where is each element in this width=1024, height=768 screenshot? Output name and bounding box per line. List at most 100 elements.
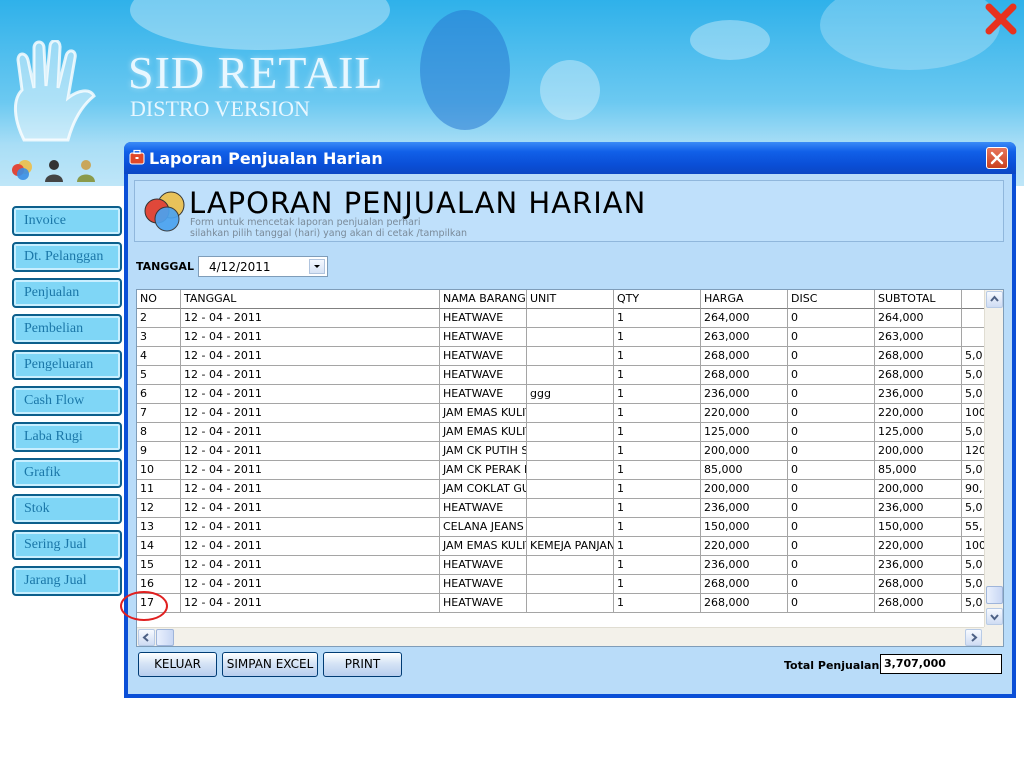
cell-nama-barang: HEATWAVE	[440, 385, 527, 404]
app-close-icon[interactable]	[984, 2, 1018, 36]
table-row[interactable]: 15 12 - 04 - 2011 HEATWAVE 1 236,000 0 236,000…	[137, 556, 986, 575]
sidebar-item-penjualan[interactable]: Penjualan	[12, 278, 122, 308]
cell-extra: 100	[962, 537, 986, 556]
scroll-down-button[interactable]	[986, 608, 1003, 625]
column-header-harga[interactable]: HARGA	[701, 290, 788, 309]
cell-no: 14	[137, 537, 181, 556]
table-row[interactable]: 2 12 - 04 - 2011 HEATWAVE 1 264,000 0 264,000	[137, 309, 986, 328]
window-title: Laporan Penjualan Harian	[149, 149, 383, 168]
save-excel-button[interactable]: SIMPAN EXCEL	[222, 652, 318, 677]
horizontal-scrollbar[interactable]	[137, 627, 984, 646]
cell-extra: 55,	[962, 518, 986, 537]
hand-logo-icon	[14, 40, 96, 142]
horizontal-scroll-thumb[interactable]	[156, 629, 174, 646]
date-picker[interactable]: 4/12/2011	[198, 256, 328, 277]
report-logo-icon	[144, 191, 185, 232]
table-row[interactable]: 12 12 - 04 - 2011 HEATWAVE 1 236,000 0 236,000…	[137, 499, 986, 518]
sidebar-item-sering-jual[interactable]: Sering Jual	[12, 530, 122, 560]
balls-icon[interactable]	[10, 158, 34, 182]
cell-nama-barang: HEATWAVE	[440, 366, 527, 385]
report-window: Laporan Penjualan Harian LAPORAN PENJUAL…	[124, 142, 1016, 698]
column-header-nama-barang[interactable]: NAMA BARANG	[440, 290, 527, 309]
cell-harga: 268,000	[701, 594, 788, 613]
table-row[interactable]: 9 12 - 04 - 2011 JAM CK PUTIH S 1 200,000 0 20…	[137, 442, 986, 461]
column-header-unit[interactable]: UNIT	[527, 290, 614, 309]
sidebar-item-pembelian[interactable]: Pembelian	[12, 314, 122, 344]
sidebar-item-grafik[interactable]: Grafik	[12, 458, 122, 488]
cell-extra: 5,0	[962, 366, 986, 385]
cell-harga: 268,000	[701, 575, 788, 594]
cell-disc: 0	[788, 347, 875, 366]
column-header-qty[interactable]: QTY	[614, 290, 701, 309]
cell-tanggal: 12 - 04 - 2011	[181, 347, 440, 366]
scroll-left-button[interactable]	[138, 629, 155, 646]
scrollbar-corner	[984, 627, 1003, 646]
cell-extra	[962, 309, 986, 328]
cell-no: 4	[137, 347, 181, 366]
scroll-right-icon	[971, 633, 978, 642]
vertical-scrollbar[interactable]	[984, 290, 1003, 628]
cell-tanggal: 12 - 04 - 2011	[181, 385, 440, 404]
report-header: LAPORAN PENJUALAN HARIAN Form untuk menc…	[134, 180, 1004, 242]
table-row[interactable]: 10 12 - 04 - 2011 JAM CK PERAK K 1 85,000 0 85…	[137, 461, 986, 480]
cell-harga: 264,000	[701, 309, 788, 328]
table-row[interactable]: 3 12 - 04 - 2011 HEATWAVE 1 263,000 0 263,000	[137, 328, 986, 347]
column-header-extra[interactable]	[962, 290, 986, 309]
sidebar-item-pengeluaran[interactable]: Pengeluaran	[12, 350, 122, 380]
cell-subtotal: 220,000	[875, 404, 962, 423]
sidebar-item-dt-pelanggan[interactable]: Dt. Pelanggan	[12, 242, 122, 272]
cell-no: 6	[137, 385, 181, 404]
cell-qty: 1	[614, 575, 701, 594]
table-row[interactable]: 5 12 - 04 - 2011 HEATWAVE 1 268,000 0 268,000 5…	[137, 366, 986, 385]
column-header-disc[interactable]: DISC	[788, 290, 875, 309]
vertical-scroll-thumb[interactable]	[986, 586, 1003, 604]
table-row[interactable]: 11 12 - 04 - 2011 JAM COKLAT GU 1 200,000 0 20…	[137, 480, 986, 499]
cell-nama-barang: HEATWAVE	[440, 328, 527, 347]
table-row[interactable]: 6 12 - 04 - 2011 HEATWAVE ggg 1 236,000 0 236,0…	[137, 385, 986, 404]
cell-qty: 1	[614, 518, 701, 537]
cell-disc: 0	[788, 328, 875, 347]
cell-unit: KEMEJA PANJANG	[527, 537, 614, 556]
sidebar-item-jarang-jual[interactable]: Jarang Jual	[12, 566, 122, 596]
print-button[interactable]: PRINT	[323, 652, 402, 677]
table-row[interactable]: 13 12 - 04 - 2011 CELANA JEANS T 1 150,000 0 1…	[137, 518, 986, 537]
sidebar-item-cash-flow[interactable]: Cash Flow	[12, 386, 122, 416]
cell-extra: 5,0	[962, 556, 986, 575]
brand-edition: DISTRO VERSION	[130, 96, 310, 121]
sidebar-item-laba-rugi[interactable]: Laba Rugi	[12, 422, 122, 452]
user-light-icon[interactable]	[74, 158, 98, 182]
table-row[interactable]: 17 12 - 04 - 2011 HEATWAVE 1 268,000 0 268,000…	[137, 594, 986, 613]
window-close-button[interactable]	[986, 147, 1008, 169]
cell-extra: 5,0	[962, 385, 986, 404]
column-header-subtotal[interactable]: SUBTOTAL	[875, 290, 962, 309]
table-row[interactable]: 8 12 - 04 - 2011 JAM EMAS KULIT 1 125,000 0 12…	[137, 423, 986, 442]
window-title-bar[interactable]: Laporan Penjualan Harian	[124, 142, 1016, 174]
cell-qty: 1	[614, 347, 701, 366]
sidebar-icon-row	[10, 158, 98, 182]
cell-no: 2	[137, 309, 181, 328]
cell-nama-barang: JAM CK PERAK K	[440, 461, 527, 480]
sidebar-item-stok[interactable]: Stok	[12, 494, 122, 524]
table-row[interactable]: 4 12 - 04 - 2011 HEATWAVE 1 268,000 0 268,000 5…	[137, 347, 986, 366]
sales-grid[interactable]: NO TANGGAL NAMA BARANG UNIT QTY HARGA DISC SUBT…	[136, 289, 1004, 647]
exit-button[interactable]: KELUAR	[138, 652, 217, 677]
date-label: TANGGAL	[136, 260, 194, 273]
date-dropdown-button[interactable]	[309, 259, 325, 274]
user-dark-icon[interactable]	[42, 158, 66, 182]
scroll-down-icon	[990, 614, 999, 621]
table-row[interactable]: 16 12 - 04 - 2011 HEATWAVE 1 268,000 0 268,000…	[137, 575, 986, 594]
column-header-no[interactable]: NO	[137, 290, 181, 309]
cell-disc: 0	[788, 461, 875, 480]
table-row[interactable]: 7 12 - 04 - 2011 JAM EMAS KULIT 1 220,000 0 22…	[137, 404, 986, 423]
sidebar-item-invoice[interactable]: Invoice	[12, 206, 122, 236]
scroll-right-button[interactable]	[965, 629, 982, 646]
cell-disc: 0	[788, 575, 875, 594]
cell-harga: 125,000	[701, 423, 788, 442]
cell-no: 13	[137, 518, 181, 537]
table-row[interactable]: 14 12 - 04 - 2011 JAM EMAS KULIT KEMEJA PAN…	[137, 537, 986, 556]
cell-extra: 5,0	[962, 575, 986, 594]
column-header-tanggal[interactable]: TANGGAL	[181, 290, 440, 309]
scroll-up-button[interactable]	[986, 291, 1003, 308]
sidebar-menu: Invoice Dt. Pelanggan Penjualan Pembelia…	[12, 206, 122, 602]
cell-qty: 1	[614, 480, 701, 499]
